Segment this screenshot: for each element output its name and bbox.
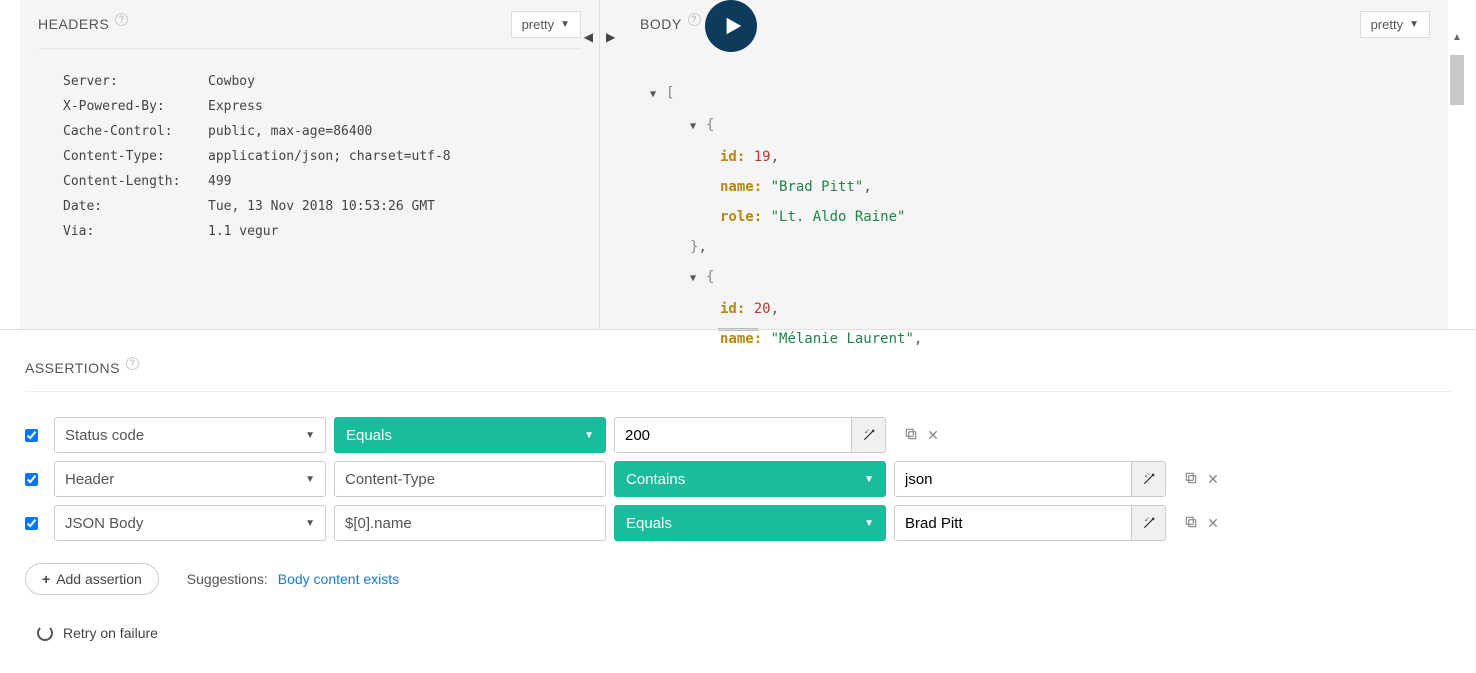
- header-row: X-Powered-By:Express: [63, 94, 556, 119]
- plus-icon: +: [42, 571, 50, 587]
- header-value: 1.1 vegur: [208, 219, 556, 244]
- scroll-up-icon[interactable]: ▲: [1450, 30, 1464, 45]
- copy-icon[interactable]: [900, 427, 922, 444]
- headers-panel: HEADERS ? pretty ▼ ◀ Server:CowboyX-Powe…: [20, 0, 600, 329]
- help-icon[interactable]: ?: [115, 13, 128, 26]
- assertion-source-select[interactable]: Status code▼: [54, 417, 326, 453]
- body-json: ▼[ ▼{ id: 19, name: "Brad Pitt", role: "…: [600, 48, 1448, 364]
- tree-toggle[interactable]: ▼: [690, 112, 700, 142]
- assertion-property-input[interactable]: [334, 505, 606, 541]
- assertions-section: ASSERTIONS ? Status code▼Equals▼✕Header▼…: [0, 330, 1476, 661]
- resize-handle[interactable]: [718, 327, 758, 333]
- tree-toggle[interactable]: ▼: [690, 264, 700, 294]
- assertion-source-select[interactable]: Header▼: [54, 461, 326, 497]
- tree-toggle[interactable]: ▼: [650, 80, 660, 110]
- play-button[interactable]: [705, 0, 757, 52]
- suggestions-label: Suggestions:: [187, 571, 268, 587]
- header-value: application/json; charset=utf-8: [208, 144, 556, 169]
- scroll-thumb[interactable]: [1450, 55, 1464, 105]
- header-value: Express: [208, 94, 556, 119]
- delete-icon[interactable]: ✕: [922, 427, 944, 444]
- collapse-left-icon[interactable]: ◀: [584, 30, 593, 44]
- assertion-row: Header▼ Contains▼ ✕: [25, 461, 1451, 497]
- header-key: Date:: [63, 194, 208, 219]
- caret-down-icon: ▼: [1409, 19, 1419, 30]
- header-value: 499: [208, 169, 556, 194]
- header-key: Cache-Control:: [63, 119, 208, 144]
- header-key: Via:: [63, 219, 208, 244]
- body-view-select[interactable]: pretty ▼: [1360, 11, 1430, 38]
- assertion-comparison-select[interactable]: Contains▼: [614, 461, 886, 497]
- assertion-row: Status code▼Equals▼ ✕: [25, 417, 1451, 453]
- header-row: Content-Type:application/json; charset=u…: [63, 144, 556, 169]
- assertion-target-input[interactable]: [895, 506, 1131, 540]
- delete-icon[interactable]: ✕: [1202, 515, 1224, 532]
- help-icon[interactable]: ?: [688, 13, 701, 26]
- caret-down-icon: ▼: [560, 19, 570, 30]
- copy-icon[interactable]: [1180, 471, 1202, 488]
- headers-table: Server:CowboyX-Powered-By:ExpressCache-C…: [38, 48, 581, 264]
- suggestion-link[interactable]: Body content exists: [278, 571, 399, 587]
- assertion-comparison-select[interactable]: Equals▼: [334, 417, 606, 453]
- assertion-target: [894, 505, 1166, 541]
- help-icon[interactable]: ?: [126, 357, 139, 370]
- assertion-target: [614, 417, 886, 453]
- response-panels: ✕ HEADERS ? pretty ▼ ◀ Server:CowboyX-Po…: [0, 0, 1476, 330]
- assertion-source-select[interactable]: JSON Body▼: [54, 505, 326, 541]
- assertion-target-input[interactable]: [895, 462, 1131, 496]
- header-row: Server:Cowboy: [63, 69, 556, 94]
- header-key: Content-Length:: [63, 169, 208, 194]
- assertion-comparison-select[interactable]: Equals▼: [614, 505, 886, 541]
- magic-wand-icon[interactable]: [851, 418, 885, 452]
- scrollbar[interactable]: ▲: [1450, 30, 1464, 329]
- add-assertion-button[interactable]: + Add assertion: [25, 563, 159, 595]
- delete-icon[interactable]: ✕: [1202, 471, 1224, 488]
- header-row: Via:1.1 vegur: [63, 219, 556, 244]
- assertions-title: ASSERTIONS: [25, 360, 120, 376]
- headers-view-select[interactable]: pretty ▼: [511, 11, 581, 38]
- assertion-target: [894, 461, 1166, 497]
- header-value: Cowboy: [208, 69, 556, 94]
- header-key: Server:: [63, 69, 208, 94]
- header-key: Content-Type:: [63, 144, 208, 169]
- body-title: BODY: [640, 16, 682, 32]
- assertion-enabled-checkbox[interactable]: [25, 429, 38, 442]
- copy-icon[interactable]: [1180, 515, 1202, 532]
- assertion-target-input[interactable]: [615, 418, 851, 452]
- assertion-row: JSON Body▼ Equals▼ ✕: [25, 505, 1451, 541]
- header-row: Date:Tue, 13 Nov 2018 10:53:26 GMT: [63, 194, 556, 219]
- assertion-enabled-checkbox[interactable]: [25, 517, 38, 530]
- magic-wand-icon[interactable]: [1131, 462, 1165, 496]
- retry-label[interactable]: Retry on failure: [63, 625, 158, 641]
- header-key: X-Powered-By:: [63, 94, 208, 119]
- headers-title: HEADERS: [38, 16, 109, 32]
- header-row: Content-Length:499: [63, 169, 556, 194]
- retry-icon: [37, 625, 53, 641]
- header-value: Tue, 13 Nov 2018 10:53:26 GMT: [208, 194, 556, 219]
- assertion-enabled-checkbox[interactable]: [25, 473, 38, 486]
- magic-wand-icon[interactable]: [1131, 506, 1165, 540]
- header-row: Cache-Control:public, max-age=86400: [63, 119, 556, 144]
- header-value: public, max-age=86400: [208, 119, 556, 144]
- assertion-property-input[interactable]: [334, 461, 606, 497]
